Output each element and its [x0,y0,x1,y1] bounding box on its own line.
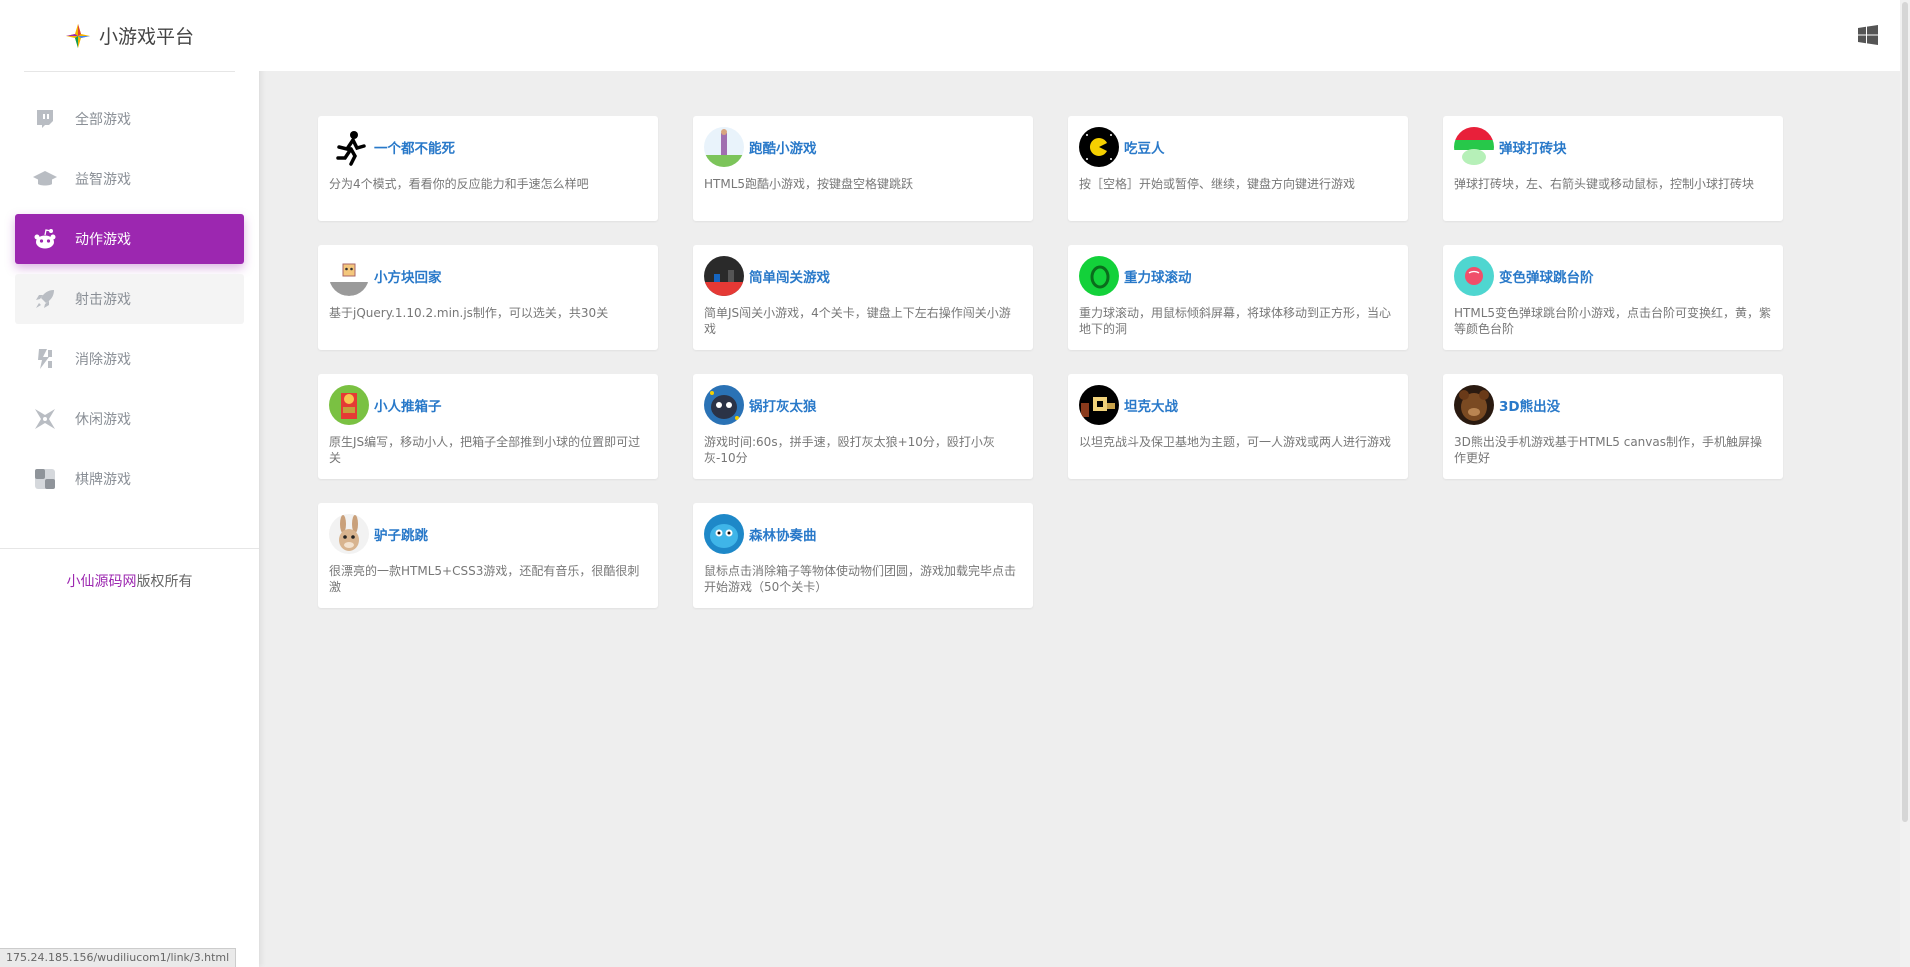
color-ball-thumbnail-icon[interactable] [1454,256,1494,296]
game-description: HTML5跑酷小游戏，按键盘空格键跳跃 [704,177,914,191]
game-description: 基于jQuery.1.10.2.min.js制作，可以选关，共30关 [329,306,609,320]
game-card[interactable]: 驴子跳跳 很漂亮的一款HTML5+CSS3游戏，还配有音乐，很酷很刺激 [318,503,658,608]
game-card[interactable]: 小人推箱子 原生JS编写，移动小人，把箱子全部推到小球的位置即可过关 [318,374,658,479]
square-home-thumbnail-icon[interactable] [329,256,369,296]
sidebar-item-label: 射击游戏 [75,292,131,308]
checkerboard-icon [33,467,57,491]
pacman-thumbnail-icon[interactable] [1079,127,1119,167]
game-title-link[interactable]: 跑酷小游戏 [749,137,817,157]
sidebar-item-shooting-games[interactable]: 射击游戏 [15,274,244,324]
sidebar-item-action-games[interactable]: 动作游戏 [15,214,244,264]
game-description: 原生JS编写，移动小人，把箱子全部推到小球的位置即可过关 [329,435,641,465]
page-scrollbar[interactable] [1900,0,1910,967]
sidebar-nav: 全部游戏 益智游戏 动作游戏 射击游戏 消除游戏 休闲游戏 棋牌游戏 [0,94,259,504]
game-title-link[interactable]: 变色弹球跳台阶 [1499,266,1594,286]
level-game-thumbnail-icon[interactable] [704,256,744,296]
sidebar-item-label: 全部游戏 [75,112,131,128]
game-description: 鼠标点击消除箱子等物体使动物们团圆，游戏加载完毕点击开始游戏（50个关卡） [704,564,1017,594]
game-description: 分为4个模式，看看你的反应能力和手速怎么样吧 [329,177,589,191]
game-title-link[interactable]: 锅打灰太狼 [749,395,817,415]
scrollbar-thumb[interactable] [1902,2,1908,822]
windows-icon[interactable] [1858,25,1878,45]
game-title-link[interactable]: 驴子跳跳 [374,524,428,544]
game-description: 很漂亮的一款HTML5+CSS3游戏，还配有音乐，很酷很刺激 [329,564,640,594]
sidebar-item-label: 动作游戏 [75,232,131,248]
top-bar [259,0,1900,71]
bolt-box-icon [33,347,57,371]
sidebar-item-label: 消除游戏 [75,352,131,368]
game-card[interactable]: 3D熊出没 3D熊出没手机游戏基于HTML5 canvas制作，手机触屏操作更好 [1443,374,1783,479]
game-title-link[interactable]: 简单闯关游戏 [749,266,830,286]
sidebar-item-casual-games[interactable]: 休闲游戏 [15,394,244,444]
sidebar-divider [0,548,259,549]
sidebar-item-label: 休闲游戏 [75,412,131,428]
game-title-link[interactable]: 坦克大战 [1124,395,1178,415]
game-description: 以坦克战斗及保卫基地为主题，可一人游戏或两人进行游戏 [1079,435,1392,449]
game-title-link[interactable]: 一个都不能死 [374,137,455,157]
game-grid: 一个都不能死 分为4个模式，看看你的反应能力和手速怎么样吧 跑酷小游戏 HTML… [318,116,1783,608]
gravity-ball-thumbnail-icon[interactable] [1079,256,1119,296]
sidebar: 小游戏平台 全部游戏 益智游戏 动作游戏 射击游戏 消除游戏 休闲游戏 棋牌游戏… [0,0,259,967]
game-card[interactable]: 锅打灰太狼 游戏时间:60s，拼手速，殴打灰太狼+10分，殴打小灰灰-10分 [693,374,1033,479]
sidebar-item-board-games[interactable]: 棋牌游戏 [15,454,244,504]
brand-logo-icon [65,23,90,48]
game-description: 3D熊出没手机游戏基于HTML5 canvas制作，手机触屏操作更好 [1454,435,1762,465]
game-title-link[interactable]: 小方块回家 [374,266,442,286]
game-description: 按［空格］开始或暂停、继续，键盘方向键进行游戏 [1079,177,1356,191]
game-description: 简单JS闯关小游戏，4个关卡，键盘上下左右操作闯关小游戏 [704,306,1011,336]
game-card[interactable]: 坦克大战 以坦克战斗及保卫基地为主题，可一人游戏或两人进行游戏 [1068,374,1408,479]
sidebar-item-all-games[interactable]: 全部游戏 [15,94,244,144]
brand-title: 小游戏平台 [98,26,194,48]
runner-thumbnail-icon[interactable] [329,127,369,167]
game-title-link[interactable]: 小人推箱子 [374,395,442,415]
sidebar-item-label: 益智游戏 [75,172,131,188]
game-description: 弹球打砖块，左、右箭头键或移动鼠标，控制小球打砖块 [1454,177,1755,191]
game-card[interactable]: 森林协奏曲 鼠标点击消除箱子等物体使动物们团圆，游戏加载完毕点击开始游戏（50个… [693,503,1033,608]
game-card[interactable]: 跑酷小游戏 HTML5跑酷小游戏，按键盘空格键跳跃 [693,116,1033,221]
forest-thumbnail-icon[interactable] [704,514,744,554]
game-card[interactable]: 弹球打砖块 弹球打砖块，左、右箭头键或移动鼠标，控制小球打砖块 [1443,116,1783,221]
status-bar-url: 175.24.185.156/wudiliucom1/link/3.html [0,948,237,967]
game-card[interactable]: 简单闯关游戏 简单JS闯关小游戏，4个关卡，键盘上下左右操作闯关小游戏 [693,245,1033,350]
game-title-link[interactable]: 弹球打砖块 [1499,137,1567,157]
brand[interactable]: 小游戏平台 [24,0,235,72]
game-card[interactable]: 小方块回家 基于jQuery.1.10.2.min.js制作，可以选关，共30关 [318,245,658,350]
game-title-link[interactable]: 吃豆人 [1124,137,1165,157]
parkour-thumbnail-icon[interactable] [704,127,744,167]
game-title-link[interactable]: 3D熊出没 [1499,395,1560,415]
game-card[interactable]: 吃豆人 按［空格］开始或暂停、继续，键盘方向键进行游戏 [1068,116,1408,221]
graduation-cap-icon [33,167,57,191]
wolf-thumbnail-icon[interactable] [704,385,744,425]
sidebar-item-elimination-games[interactable]: 消除游戏 [15,334,244,384]
bear-thumbnail-icon[interactable] [1454,385,1494,425]
donkey-thumbnail-icon[interactable] [329,514,369,554]
sidebar-item-label: 棋牌游戏 [75,472,131,488]
tank-thumbnail-icon[interactable] [1079,385,1119,425]
game-description: 游戏时间:60s，拼手速，殴打灰太狼+10分，殴打小灰灰-10分 [704,435,995,465]
game-card[interactable]: 一个都不能死 分为4个模式，看看你的反应能力和手速怎么样吧 [318,116,658,221]
breakout-thumbnail-icon[interactable] [1454,127,1494,167]
game-description: 重力球滚动，用鼠标倾斜屏幕，将球体移动到正方形，当心地下的洞 [1079,306,1392,336]
game-card[interactable]: 变色弹球跳台阶 HTML5变色弹球跳台阶小游戏，点击台阶可变换红，黄，紫等颜色台… [1443,245,1783,350]
copyright: 小仙源码网版权所有 [0,571,259,591]
sidebar-item-puzzle-games[interactable]: 益智游戏 [15,154,244,204]
game-card[interactable]: 重力球滚动 重力球滚动，用鼠标倾斜屏幕，将球体移动到正方形，当心地下的洞 [1068,245,1408,350]
twitch-icon [33,107,57,131]
copyright-link[interactable]: 小仙源码网 [67,574,137,590]
shuriken-icon [33,407,57,431]
sokoban-thumbnail-icon[interactable] [329,385,369,425]
copyright-text: 版权所有 [136,574,193,590]
rocket-icon [33,287,57,311]
game-title-link[interactable]: 森林协奏曲 [749,524,817,544]
reddit-icon [33,227,57,251]
game-description: HTML5变色弹球跳台阶小游戏，点击台阶可变换红，黄，紫等颜色台阶 [1454,306,1772,336]
game-title-link[interactable]: 重力球滚动 [1124,266,1192,286]
